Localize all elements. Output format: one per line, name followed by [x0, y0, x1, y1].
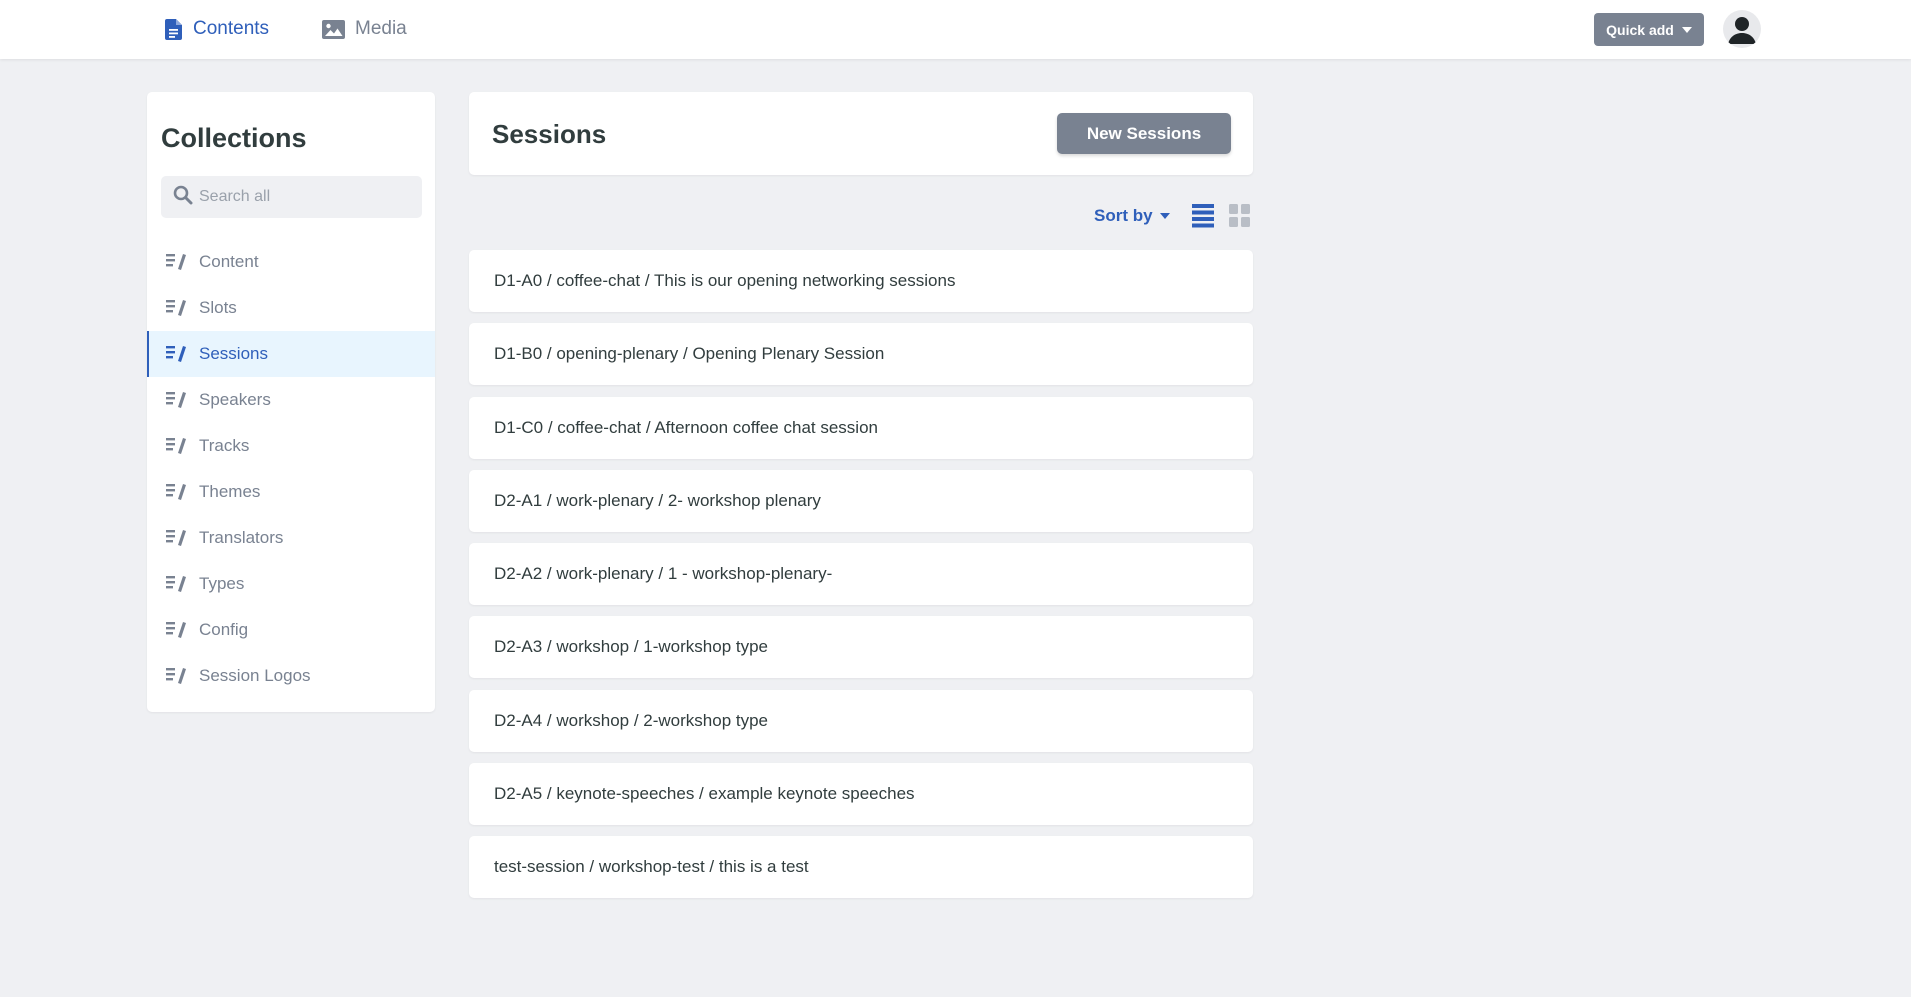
list-item[interactable]: D2-A5 / keynote-speeches / example keyno…	[469, 763, 1253, 825]
image-icon	[322, 19, 345, 39]
nav-contents[interactable]: Contents	[165, 14, 269, 44]
sidebar-item-sessions[interactable]: Sessions	[147, 331, 435, 377]
chevron-down-icon	[1681, 26, 1692, 33]
write-icon	[166, 529, 186, 552]
sidebar-item-slots[interactable]: Slots	[147, 285, 435, 331]
write-icon	[166, 345, 186, 368]
sidebar-item-label: Slots	[199, 298, 237, 317]
write-icon	[166, 299, 186, 322]
sidebar-title: Collections	[161, 123, 307, 153]
list-item[interactable]: D2-A4 / workshop / 2-workshop type	[469, 690, 1253, 752]
sidebar-item-label: Tracks	[199, 436, 250, 455]
write-icon	[166, 253, 186, 276]
quick-add-label: Quick add	[1606, 21, 1674, 38]
sidebar-item-tracks[interactable]: Tracks	[147, 423, 435, 469]
nav-media[interactable]: Media	[322, 14, 407, 44]
list-item[interactable]: D1-B0 / opening-plenary / Opening Plenar…	[469, 323, 1253, 385]
list-item[interactable]: D2-A3 / workshop / 1-workshop type	[469, 616, 1253, 678]
sidebar-item-speakers[interactable]: Speakers	[147, 377, 435, 423]
chevron-down-icon	[1159, 213, 1170, 219]
sidebar-item-label: Config	[199, 620, 249, 639]
write-icon	[166, 621, 186, 644]
page-title: Sessions	[492, 119, 607, 149]
grid-view-button[interactable]	[1229, 204, 1251, 233]
sidebar-item-label: Translators	[199, 528, 284, 547]
sort-by-label: Sort by	[1094, 206, 1153, 225]
write-icon	[166, 575, 186, 598]
collection-header: Sessions New Sessions	[469, 92, 1253, 175]
new-sessions-button[interactable]: New Sessions	[1057, 113, 1231, 154]
sort-by-dropdown[interactable]: Sort by	[1094, 204, 1170, 228]
collections-sidebar: Collections Content Slots Sessions Speak…	[147, 92, 435, 712]
sidebar-item-content[interactable]: Content	[147, 239, 435, 285]
list-item[interactable]: test-session / workshop-test / this is a…	[469, 836, 1253, 898]
nav-contents-label: Contents	[193, 18, 270, 39]
list-view-icon	[1192, 204, 1214, 232]
search-box[interactable]	[161, 176, 422, 218]
search-icon	[173, 185, 193, 210]
user-avatar[interactable]	[1723, 10, 1761, 48]
sidebar-item-config[interactable]: Config	[147, 607, 435, 653]
sidebar-item-label: Types	[199, 574, 245, 593]
sidebar-item-label: Speakers	[199, 390, 271, 409]
sidebar-item-label: Content	[199, 252, 259, 271]
write-icon	[166, 667, 186, 690]
search-input[interactable]	[199, 188, 419, 206]
grid-view-icon	[1229, 204, 1251, 232]
write-icon	[166, 437, 186, 460]
sidebar-item-label: Sessions	[199, 344, 268, 363]
sidebar-item-themes[interactable]: Themes	[147, 469, 435, 515]
write-icon	[166, 483, 186, 506]
top-bar: Contents Media Quick add	[0, 0, 1911, 59]
nav-media-label: Media	[355, 18, 407, 39]
sidebar-item-session-logos[interactable]: Session Logos	[147, 653, 435, 699]
document-icon	[165, 18, 183, 40]
sidebar-item-label: Themes	[199, 482, 261, 501]
write-icon	[166, 391, 186, 414]
list-view-button[interactable]	[1192, 204, 1214, 233]
sidebar-item-label: Session Logos	[199, 666, 311, 685]
quick-add-button[interactable]: Quick add	[1594, 13, 1704, 46]
list-item[interactable]: D1-C0 / coffee-chat / Afternoon coffee c…	[469, 397, 1253, 459]
sidebar-item-translators[interactable]: Translators	[147, 515, 435, 561]
list-item[interactable]: D2-A1 / work-plenary / 2- workshop plena…	[469, 470, 1253, 532]
user-avatar-icon	[1723, 17, 1761, 48]
list-item[interactable]: D2-A2 / work-plenary / 1 - workshop-plen…	[469, 543, 1253, 605]
list-item[interactable]: D1-A0 / coffee-chat / This is our openin…	[469, 250, 1253, 312]
sidebar-item-types[interactable]: Types	[147, 561, 435, 607]
